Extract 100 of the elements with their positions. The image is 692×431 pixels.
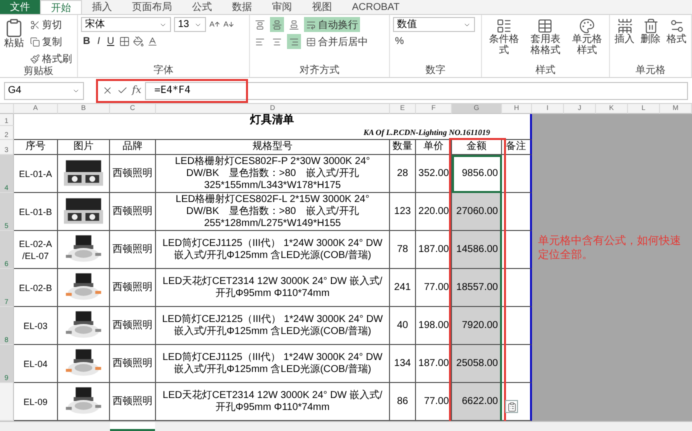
table-cell[interactable]: 6622.00 <box>452 383 502 421</box>
style-button[interactable]: 条件格式 <box>485 17 524 65</box>
ribbon-tab[interactable]: 页面布局 <box>122 0 182 14</box>
group-label: 数字 <box>424 65 446 77</box>
table-cell: 西顿照明 <box>110 345 156 383</box>
formula-field[interactable]: =E4*F4 <box>145 82 688 100</box>
borders-icon <box>119 36 130 47</box>
align-top-icon <box>255 20 265 30</box>
paste-button[interactable]: 粘贴 <box>3 17 25 66</box>
table-cell: EL-02-B <box>14 269 58 307</box>
ribbon-tab[interactable]: 插入 <box>82 0 122 14</box>
column-title: 图片 <box>58 140 110 155</box>
file-menu[interactable]: 文件 <box>0 0 40 14</box>
trash-icon <box>642 18 658 34</box>
align-right-icon <box>289 36 299 46</box>
clipboard-list-icon <box>506 402 516 412</box>
fill-color-icon <box>133 36 144 47</box>
table-cell[interactable]: 27060.00 <box>452 193 502 231</box>
ribbon-tab[interactable]: ACROBAT <box>342 0 410 14</box>
style-button[interactable]: 套用表格格式 <box>526 17 565 65</box>
ribbon-tab[interactable]: 开始 <box>40 0 82 14</box>
ribbon-tab[interactable]: 数据 <box>222 0 262 14</box>
group-label: 字体 <box>152 65 174 77</box>
align-center-icon <box>272 36 282 46</box>
table-cell: 西顿照明 <box>110 155 156 193</box>
cells-button[interactable]: 删除 <box>639 17 662 65</box>
sheet-title: 灯具清单 <box>14 114 532 126</box>
table-cell: 77.00 <box>416 383 452 421</box>
table-cell: EL-01-A <box>14 155 58 193</box>
table-cell[interactable]: 9856.00 <box>452 155 502 193</box>
cancel-icon <box>102 85 113 96</box>
table-cell[interactable]: 18557.00 <box>452 269 502 307</box>
column-title: 规格型号 <box>156 140 390 155</box>
table-cell: 86 <box>390 383 416 421</box>
paste-options-button[interactable] <box>505 400 518 413</box>
cells-button[interactable]: 格式 <box>665 17 688 65</box>
annotation-text: 单元格中含有公式，如何快速定位全部。 <box>538 234 682 262</box>
conditional-format-icon <box>496 18 512 34</box>
align-left-icon <box>255 36 265 46</box>
clipboard-action[interactable]: 剪切 <box>28 17 74 32</box>
table-cell: 西顿照明 <box>110 231 156 269</box>
table-cell: LED筒灯CEJ2125（III代） 1*24W 3000K 24° DW 嵌入式/开孔Φ125mm 含LED光源(COB/普瑞) <box>156 307 390 345</box>
align-button[interactable] <box>270 17 284 32</box>
clipboard-action[interactable]: 复制 <box>28 34 74 49</box>
wrap-text-button[interactable]: 自动换行 <box>304 17 360 32</box>
table-cell: 西顿照明 <box>110 383 156 421</box>
table-cell: 77.00 <box>416 269 452 307</box>
table-cell: 220.00 <box>416 193 452 231</box>
merge-button[interactable]: 合并后居中 <box>304 34 370 49</box>
table-cell: LED格栅射灯CES802F-L 2*15W 3000K 24° DW/BK 显色指数：>80 嵌入式/开孔255*128mm/L275*W149*H155 <box>156 193 390 231</box>
sheet-tab[interactable] <box>110 422 155 431</box>
percent-button[interactable]: % <box>393 34 406 49</box>
align-middle-icon <box>272 20 282 30</box>
table-cell[interactable]: 25058.00 <box>452 345 502 383</box>
table-cell: EL-02-A /EL-07 <box>14 231 58 269</box>
group-label: 单元格 <box>634 65 666 77</box>
align-bottom-icon <box>289 20 299 30</box>
table-cell: LED天花灯CET2314 12W 3000K 24° DW 嵌入式/开孔Φ95mm Φ110*74mm <box>156 269 390 307</box>
table-cell: 198.00 <box>416 307 452 345</box>
paintbrush-icon <box>30 54 40 64</box>
insert-function-button[interactable]: fx <box>132 85 142 96</box>
table-cell[interactable]: 14586.00 <box>452 231 502 269</box>
format-button[interactable]: U <box>105 34 116 49</box>
name-box[interactable]: G4 <box>4 82 84 100</box>
column-title: 单价 <box>416 140 452 155</box>
table-cell: LED筒灯CEJ1125（III代） 1*24W 3000K 24° DW 嵌入式/开孔Φ125mm 含LED光源(COB/普瑞) <box>156 345 390 383</box>
cells-button[interactable]: 插入 <box>613 17 636 65</box>
table-cell: 241 <box>390 269 416 307</box>
table-icon <box>537 18 554 34</box>
format-button[interactable]: B <box>81 34 92 49</box>
table-cell: 西顿照明 <box>110 307 156 345</box>
format-button[interactable]: I <box>95 34 102 49</box>
table-cell: 78 <box>390 231 416 269</box>
font-name-field[interactable]: 宋体 <box>81 17 171 32</box>
format-icon <box>668 18 684 34</box>
palette-icon <box>578 18 595 34</box>
table-cell[interactable]: 7920.00 <box>452 307 502 345</box>
table-cell: LED筒灯CEJ1125（III代） 1*24W 3000K 24° DW 嵌入式/开孔Φ125mm 含LED光源(COB/普瑞) <box>156 231 390 269</box>
check-icon <box>117 85 128 96</box>
merge-cells-icon <box>306 36 316 46</box>
number-format-field[interactable]: 数值 <box>393 17 475 32</box>
ribbon-tab[interactable]: 公式 <box>182 0 222 14</box>
font-size-field[interactable]: 13 <box>174 17 206 32</box>
group-label: 样式 <box>534 65 556 77</box>
column-title: 金额 <box>452 140 502 155</box>
table-cell: EL-03 <box>14 307 58 345</box>
style-button[interactable]: 单元格样式 <box>568 17 606 65</box>
group-label: 剪贴板 <box>22 66 54 78</box>
clipboard-icon <box>4 18 24 38</box>
table-cell: 西顿照明 <box>110 193 156 231</box>
group-label: 对齐方式 <box>298 65 340 77</box>
clipboard-action[interactable]: 格式刷 <box>28 51 74 66</box>
copy-icon <box>30 36 40 46</box>
insert-rows-icon <box>616 18 632 34</box>
column-title: 品牌 <box>110 140 156 155</box>
table-cell: EL-01-B <box>14 193 58 231</box>
ribbon-tab[interactable]: 视图 <box>302 0 342 14</box>
ribbon-tab[interactable]: 审阅 <box>262 0 302 14</box>
table-cell: 134 <box>390 345 416 383</box>
wrap-text-icon <box>306 20 316 30</box>
